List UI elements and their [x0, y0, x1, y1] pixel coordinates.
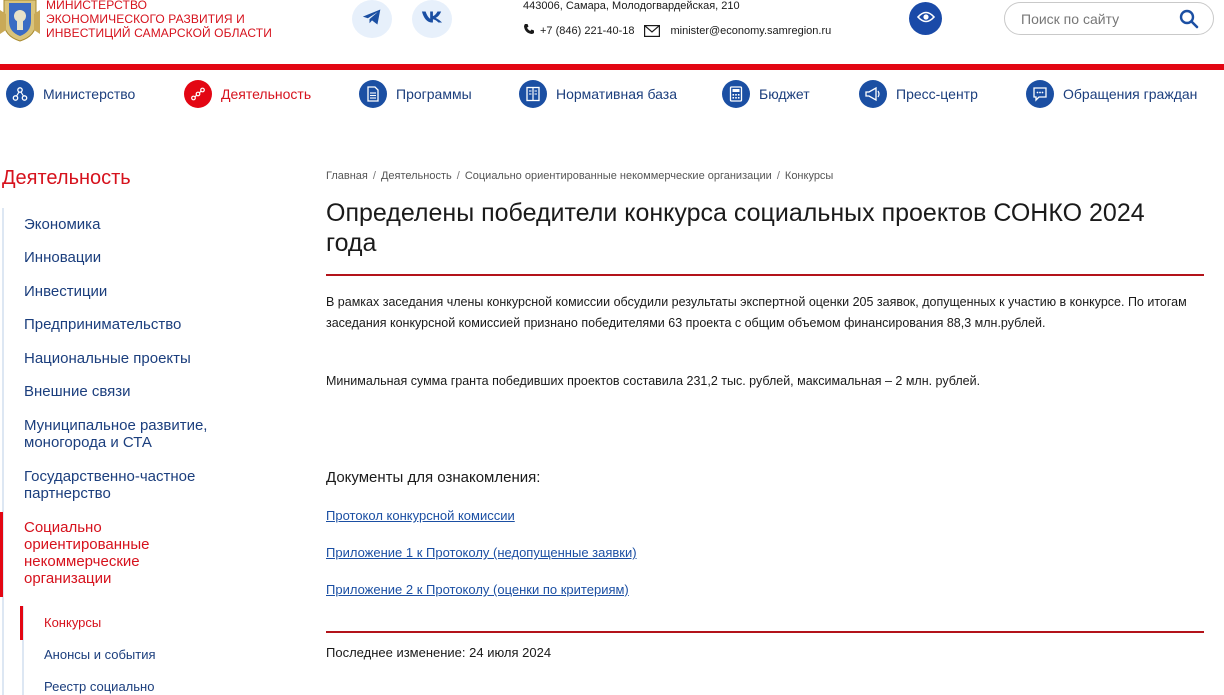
breadcrumb-separator: / — [456, 170, 460, 182]
sidebar-item-foreign-relations[interactable]: Внешние связи — [24, 383, 239, 400]
nav-label: Обращения граждан — [1063, 86, 1198, 102]
phone-link[interactable]: +7 (846) 221-40-18 — [540, 25, 634, 37]
chain-icon — [184, 80, 212, 108]
submenu-active-indicator — [20, 606, 23, 640]
sidebar-item-national-projects[interactable]: Национальные проекты — [24, 350, 239, 367]
article-paragraph: В рамках заседания члены конкурсной коми… — [326, 295, 1187, 330]
document-link-protocol[interactable]: Протокол конкурсной комиссии — [326, 508, 515, 523]
nav-item-activity[interactable]: Деятельность — [184, 78, 311, 110]
site-header: МИНИСТЕРСТВО ЭКОНОМИЧЕСКОГО РАЗВИТИЯ И И… — [0, 0, 1224, 64]
nav-label: Министерство — [43, 86, 136, 102]
calculator-icon — [722, 80, 750, 108]
nav-label: Бюджет — [759, 86, 810, 102]
search-box — [1004, 2, 1214, 35]
eye-icon — [916, 10, 935, 28]
logo-line: МИНИСТЕРСТВО — [46, 0, 148, 12]
nav-item-legal-base[interactable]: Нормативная база — [519, 78, 677, 110]
submenu-item-registry[interactable]: Реестр социально — [44, 679, 154, 694]
sidebar-title: Деятельность — [2, 167, 131, 189]
vk-button[interactable] — [412, 0, 452, 38]
telegram-icon — [362, 8, 382, 31]
ministry-logo-text[interactable]: МИНИСТЕРСТВО ЭКОНОМИЧЕСКОГО РАЗВИТИЯ И И… — [46, 0, 306, 40]
submenu-item-announcements[interactable]: Анонсы и события — [44, 647, 156, 662]
telegram-button[interactable] — [352, 0, 392, 38]
email-link[interactable]: minister@economy.samregion.ru — [670, 25, 831, 37]
nav-item-appeals[interactable]: Обращения граждан — [1026, 78, 1197, 110]
document-link-appendix-2[interactable]: Приложение 2 к Протоколу (оценки по крит… — [326, 582, 629, 597]
mail-icon — [644, 24, 665, 37]
nav-label: Деятельность — [221, 86, 312, 102]
sidebar-item-sonko[interactable]: Социально ориентированные некоммерческие… — [24, 519, 204, 587]
sidebar-item-innovations[interactable]: Инновации — [24, 249, 239, 266]
address-text: 443006, Самара, Молодогвардейская, 210 — [523, 0, 740, 12]
network-icon — [6, 80, 34, 108]
document-link-appendix-1[interactable]: Приложение 1 к Протоколу (недопущенные з… — [326, 545, 637, 560]
sidebar-active-indicator — [0, 512, 3, 597]
nav-label: Нормативная база — [556, 86, 677, 102]
book-icon — [519, 80, 547, 108]
breadcrumb: Главная / Деятельность / Социально ориентиро… — [326, 170, 833, 182]
footer-divider — [326, 631, 1204, 633]
accessibility-button[interactable] — [909, 2, 942, 35]
sidebar-item-economy[interactable]: Экономика — [24, 216, 239, 233]
breadcrumb-separator: / — [372, 170, 376, 182]
nav-item-budget[interactable]: Бюджет — [722, 78, 810, 110]
nav-label: Пресс-центр — [896, 86, 978, 102]
search-icon[interactable] — [1179, 9, 1199, 34]
search-input[interactable] — [1021, 10, 1171, 28]
nav-item-press-center[interactable]: Пресс-центр — [859, 78, 978, 110]
sidebar-guide-line — [2, 208, 4, 695]
title-divider — [326, 274, 1204, 276]
main-navigation: Министерство Деятельность Программы Норм… — [0, 78, 1224, 110]
breadcrumb-current: Конкурсы — [784, 170, 834, 182]
nav-label: Программы — [396, 86, 472, 102]
article-paragraph: Минимальная сумма гранта победивших прое… — [326, 374, 981, 388]
logo-line: ЭКОНОМИЧЕСКОГО РАЗВИТИЯ И — [46, 12, 245, 26]
breadcrumb-link[interactable]: Деятельность — [381, 170, 452, 182]
last-modified: Последнее изменение: 24 июля 2024 — [326, 645, 552, 660]
header-red-bar — [0, 64, 1224, 70]
phone-icon — [523, 23, 540, 38]
megaphone-icon — [859, 80, 887, 108]
nav-item-programs[interactable]: Программы — [359, 78, 472, 110]
sidebar-item-entrepreneurship[interactable]: Предпринимательство — [24, 316, 239, 333]
sidebar-item-municipal-development[interactable]: Муниципальное развитие, моногорода и СТА — [24, 417, 239, 451]
chat-icon — [1026, 80, 1054, 108]
nav-item-ministry[interactable]: Министерство — [6, 78, 135, 110]
sidebar-item-ppp[interactable]: Государственно-частное партнерство — [24, 468, 239, 502]
sidebar-item-investments[interactable]: Инвестиции — [24, 283, 239, 300]
logo-line: ИНВЕСТИЦИЙ САМАРСКОЙ ОБЛАСТИ — [46, 26, 272, 40]
breadcrumb-link[interactable]: Главная — [326, 170, 368, 182]
breadcrumb-separator: / — [776, 170, 780, 182]
coat-of-arms-icon[interactable] — [0, 0, 40, 42]
breadcrumb-link[interactable]: Социально ориентированные некоммерческие… — [465, 170, 772, 182]
document-icon — [359, 80, 387, 108]
vk-icon — [421, 10, 443, 29]
documents-heading: Документы для ознакомления: — [326, 469, 541, 486]
submenu-item-contests[interactable]: Конкурсы — [44, 615, 101, 630]
page-title: Определены победители конкурса социальны… — [326, 199, 1145, 257]
